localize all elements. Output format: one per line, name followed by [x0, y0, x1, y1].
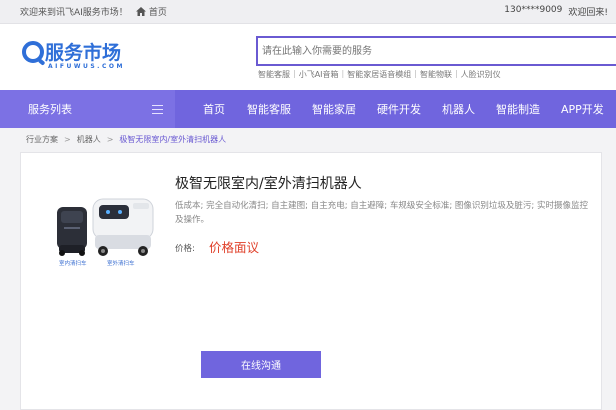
- breadcrumb-current: 极智无限室内/室外清扫机器人: [119, 135, 227, 144]
- logo-q-mark: [22, 40, 44, 63]
- site-logo[interactable]: 服务市场 AIFUWUS.COM: [22, 38, 125, 70]
- nav-item-hardware[interactable]: 硬件开发: [377, 101, 421, 117]
- product-description: 低成本; 完全自动化清扫; 自主建图; 自主充电; 自主避障; 车规级安全标准;…: [175, 201, 588, 225]
- product-image: [57, 198, 154, 256]
- outdoor-caption: 室外清扫车: [107, 261, 135, 267]
- service-list-menu[interactable]: 服务列表: [0, 90, 175, 128]
- breadcrumb-item[interactable]: 行业方案: [26, 134, 58, 145]
- home-link[interactable]: 首页: [135, 5, 167, 18]
- hamburger-icon: [152, 104, 163, 114]
- product-card: 室内清扫车 室外清扫车 极智无限室内/室外清扫机器人 低成本; 完全自动化清扫;…: [20, 152, 602, 410]
- nav-item-robot[interactable]: 机器人: [442, 101, 475, 117]
- product-title: 极智无限室内/室外清扫机器人: [175, 176, 362, 192]
- price-value: 价格面议: [209, 240, 260, 255]
- hot-search-links: 智能客服 | 小飞AI音箱 | 智能家居语音模组 | 智能物联 | 人脸识别仪: [258, 69, 501, 80]
- breadcrumb: 行业方案 > 机器人 > 极智无限室内/室外清扫机器人: [26, 134, 227, 145]
- welcome-text: 欢迎来到讯飞AI服务市场！: [20, 8, 128, 18]
- nav-item-smart-home[interactable]: 智能家居: [312, 101, 356, 117]
- home-link-label: 首页: [148, 8, 167, 18]
- hot-link[interactable]: 人脸识别仪: [461, 69, 501, 80]
- top-utility-bar: 欢迎来到讯飞AI服务市场！ 首页 130****9009 欢迎回来!: [0, 0, 616, 24]
- home-icon: [135, 7, 146, 16]
- logo-text: 服务市场: [45, 42, 122, 64]
- search-input[interactable]: [256, 36, 616, 66]
- nav-item-home[interactable]: 首页: [203, 101, 225, 117]
- price-label: 价格:: [175, 244, 195, 254]
- user-phone[interactable]: 130****9009: [504, 5, 562, 18]
- nav-item-manufacturing[interactable]: 智能制造: [496, 101, 540, 117]
- breadcrumb-item[interactable]: 机器人: [77, 134, 101, 145]
- nav-item-smart-service[interactable]: 智能客服: [247, 101, 291, 117]
- hot-link[interactable]: 小飞AI音箱: [299, 69, 339, 80]
- online-chat-button[interactable]: 在线沟通: [201, 351, 321, 378]
- greeting-text: 欢迎回来!: [568, 8, 608, 18]
- hot-link[interactable]: 智能家居语音模组: [347, 69, 411, 80]
- logo-subtext: AIFUWUS.COM: [48, 63, 125, 70]
- indoor-caption: 室内清扫车: [59, 261, 87, 267]
- hot-link[interactable]: 智能客服: [258, 69, 290, 80]
- main-nav: 服务列表 首页 智能客服 智能家居 硬件开发 机器人 智能制造 APP开发: [0, 90, 616, 128]
- service-list-label: 服务列表: [28, 103, 72, 116]
- nav-item-app-dev[interactable]: APP开发: [561, 101, 604, 117]
- hot-link[interactable]: 智能物联: [420, 69, 452, 80]
